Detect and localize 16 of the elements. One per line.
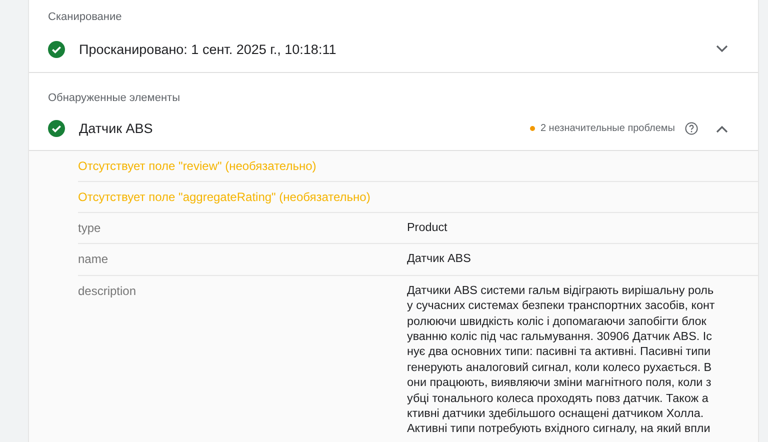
- expand-button[interactable]: [716, 124, 728, 132]
- issues-count: 2 незначительные проблемы: [540, 123, 675, 134]
- field-value: Product: [407, 220, 448, 236]
- field-name: type: [78, 221, 102, 236]
- warning-text: Отсутствует поле "review" (необязательно): [78, 151, 758, 182]
- help-icon[interactable]: [685, 122, 698, 135]
- section-heading: Сканирование: [47, 10, 123, 25]
- field-name: description: [78, 284, 138, 300]
- expand-button[interactable]: [716, 45, 728, 53]
- field-value: Датчики ABS системи гальм відіграють вирішальну роль у сучасних системах безпеки транспортних засобів, конт ролюючи швидкість коліс і допомагаючи запобігти блок уванню коліс під час гальмування. 30906 Датчик ABS. Іс нує два основних типи: пасивні та активні. Пасивні типи генерують аналоговий сигнал, коли колесо рухається. В они працюють, виявляючи зміни магнітного поля, коли з убці тонального колеса проходять повз датчик. Також а ктивні датчики здебільшого оснащені датчиком Холла. Активні типи потребують вхідного сигналу, на який впли: [407, 282, 716, 437]
- section-heading: Обнаруженные элементы: [47, 91, 181, 106]
- crawl-status-text: Просканировано: 1 сент. 2025 г., 10:18:11: [79, 42, 338, 56]
- field-name: name: [78, 252, 110, 267]
- warning-text: Отсутствует поле "aggregateRating" (необязательно): [78, 182, 758, 213]
- item-name: Датчик ABS: [79, 121, 154, 136]
- field-value: Датчик ABS: [407, 251, 472, 267]
